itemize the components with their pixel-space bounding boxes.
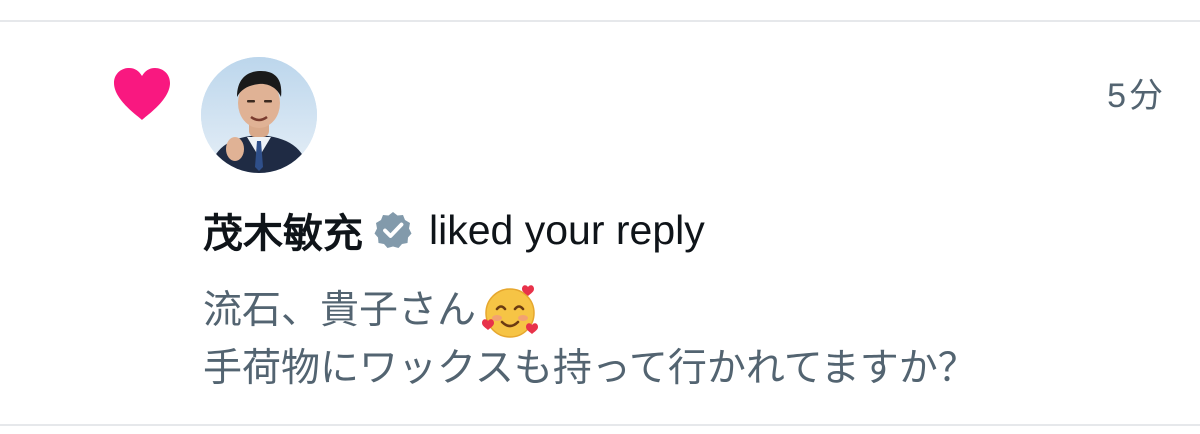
heart-icon (114, 68, 170, 120)
reply-line: 流石、貴子さん (203, 282, 1163, 340)
verified-badge-icon (374, 212, 412, 248)
reply-line-1-text: 流石、貴子さん (203, 289, 477, 332)
reply-text[interactable]: 流石、貴子さん 手荷物にワックスも持って行かれてますか？ (203, 282, 1163, 398)
smiling-face-with-hearts-icon (482, 285, 539, 338)
user-avatar[interactable] (201, 57, 317, 173)
reply-line-2-text: 手荷物にワックスも持って行かれてますか？ (203, 347, 977, 390)
bottom-divider (0, 424, 1200, 426)
timestamp: 5分 (1107, 77, 1166, 115)
notification-headline: 茂木敏充 liked your reply (203, 200, 705, 260)
avatar-image (201, 57, 317, 173)
user-name[interactable]: 茂木敏充 (203, 201, 363, 259)
reply-line: 手荷物にワックスも持って行かれてますか？ (203, 340, 1163, 398)
notification-action-text: liked your reply (429, 206, 705, 253)
